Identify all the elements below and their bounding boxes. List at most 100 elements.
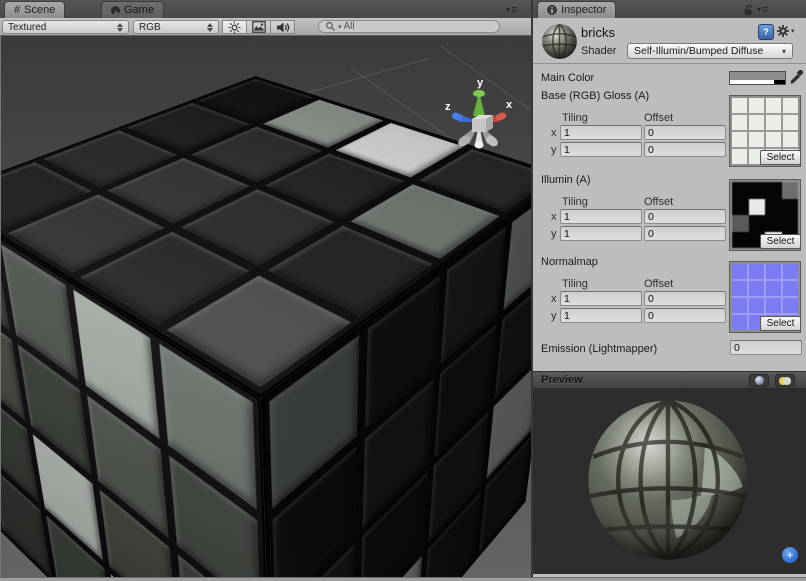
y-axis-label: y xyxy=(551,144,557,156)
scene-search-field[interactable]: ▾ xyxy=(318,20,500,33)
tab-scene-label: Scene xyxy=(24,4,55,16)
tab-inspector-label: Inspector xyxy=(561,4,606,16)
texture-section-normalmap: Normalmap Tiling Offset x y Select xyxy=(533,256,806,338)
texture-cell xyxy=(749,132,764,147)
tiling-x-field[interactable] xyxy=(560,125,642,140)
gizmo-y-label: y xyxy=(477,77,484,89)
offset-y-field[interactable] xyxy=(644,308,726,323)
texture-cell xyxy=(732,232,749,249)
scene-toolbar: Textured RGB xyxy=(0,18,531,36)
orientation-gizmo[interactable]: y x z xyxy=(433,72,525,158)
tab-inspector[interactable]: i Inspector xyxy=(537,1,616,18)
y-axis-label: y xyxy=(551,228,557,240)
shader-label: Shader xyxy=(581,45,616,57)
offset-x-field[interactable] xyxy=(644,125,726,140)
light-dot-icon xyxy=(783,377,791,385)
texture-cell xyxy=(732,281,747,296)
texture-cell xyxy=(766,98,781,113)
tab-game[interactable]: Game xyxy=(101,1,164,18)
texture-cell xyxy=(732,149,747,164)
emission-field[interactable] xyxy=(730,340,802,355)
offset-label: Offset xyxy=(644,278,673,290)
select-texture-button[interactable]: Select xyxy=(760,150,801,165)
tiling-label: Tiling xyxy=(562,196,588,208)
material-sphere-thumbnail xyxy=(541,23,578,60)
offset-y-field[interactable] xyxy=(644,142,726,157)
gizmo-z-label: z xyxy=(445,101,451,113)
texture-cell xyxy=(732,199,749,216)
tiling-y-field[interactable] xyxy=(560,226,642,241)
menu-lines-icon: ≡ xyxy=(762,5,768,15)
texture-section-base: Base (RGB) Gloss (A) Tiling Offset x y S… xyxy=(533,90,806,172)
render-mode-value: Textured xyxy=(8,22,46,33)
texture-cell xyxy=(765,199,782,216)
material-name: bricks xyxy=(581,25,615,40)
tiling-y-field[interactable] xyxy=(560,308,642,323)
lighting-toggle-button[interactable] xyxy=(222,20,247,34)
texture-cell xyxy=(766,115,781,130)
sun-icon xyxy=(228,21,241,34)
preview-area[interactable]: + xyxy=(533,389,806,574)
texture-cell xyxy=(732,215,749,232)
preview-header[interactable]: Preview xyxy=(533,371,806,389)
texture-cell xyxy=(783,115,798,130)
sphere-icon xyxy=(755,376,764,385)
tiling-x-field[interactable] xyxy=(560,209,642,224)
tiling-y-field[interactable] xyxy=(560,142,642,157)
chevron-down-icon: ▾ xyxy=(506,5,510,15)
search-input[interactable] xyxy=(344,21,464,32)
help-icon: ? xyxy=(763,27,769,37)
render-mode-dropdown[interactable]: Textured xyxy=(2,20,129,34)
updown-arrows-icon xyxy=(117,23,123,32)
offset-label: Offset xyxy=(644,196,673,208)
updown-arrows-icon xyxy=(207,23,213,32)
texture-cell xyxy=(749,182,766,199)
tab-scene[interactable]: # Scene xyxy=(4,1,65,18)
tiling-label: Tiling xyxy=(562,278,588,290)
material-header: bricks Shader Self-Illumin/Bumped Diffus… xyxy=(533,18,806,64)
gear-icon xyxy=(776,24,790,38)
section-label: Illumin (A) xyxy=(541,174,591,186)
offset-x-field[interactable] xyxy=(644,209,726,224)
settings-button[interactable]: ▾ xyxy=(776,24,798,38)
main-color-swatch[interactable] xyxy=(729,71,786,85)
x-axis-label: x xyxy=(551,127,557,139)
select-texture-button[interactable]: Select xyxy=(760,316,801,331)
preview-lighting-button[interactable] xyxy=(775,374,795,387)
offset-x-field[interactable] xyxy=(644,291,726,306)
shader-dropdown[interactable]: Self-Illumin/Bumped Diffuse ▾ xyxy=(627,43,793,59)
texture-cell xyxy=(749,264,764,279)
texture-cell xyxy=(765,182,782,199)
chevron-down-icon: ▾ xyxy=(791,27,795,35)
unity-editor-window: # Scene Game ▾≡ i Inspector ▾≡ Textured xyxy=(0,0,806,581)
gizmo-x-label: x xyxy=(506,99,513,111)
texture-cell xyxy=(732,315,747,330)
texture-cell xyxy=(732,115,747,130)
preview-model-button[interactable] xyxy=(749,374,769,387)
channel-dropdown[interactable]: RGB xyxy=(133,20,219,34)
texture-cell xyxy=(732,264,747,279)
scene-viewport[interactable]: y x z xyxy=(0,36,531,577)
plus-icon: + xyxy=(786,549,793,561)
tiling-x-field[interactable] xyxy=(560,291,642,306)
eyedropper-icon[interactable] xyxy=(789,69,804,86)
select-texture-button[interactable]: Select xyxy=(760,234,801,249)
section-label: Base (RGB) Gloss (A) xyxy=(541,90,649,102)
window-bottom-edge xyxy=(0,577,806,581)
texture-cell xyxy=(766,132,781,147)
add-preview-button[interactable]: + xyxy=(782,547,798,563)
lock-icon[interactable] xyxy=(742,4,754,16)
preview-title: Preview xyxy=(541,374,583,386)
scene-panel-menu[interactable]: ▾≡ xyxy=(506,4,517,16)
inspector-panel: bricks Shader Self-Illumin/Bumped Diffus… xyxy=(533,18,806,577)
texture-cell xyxy=(783,132,798,147)
y-axis-label: y xyxy=(551,310,557,322)
help-button[interactable]: ? xyxy=(758,24,774,40)
audio-toggle-button[interactable] xyxy=(270,20,295,34)
section-label: Normalmap xyxy=(541,256,598,268)
skybox-toggle-button[interactable] xyxy=(246,20,271,34)
search-icon xyxy=(325,21,336,32)
inspector-panel-menu[interactable]: ▾≡ xyxy=(757,4,768,16)
texture-cell xyxy=(749,199,766,216)
offset-y-field[interactable] xyxy=(644,226,726,241)
